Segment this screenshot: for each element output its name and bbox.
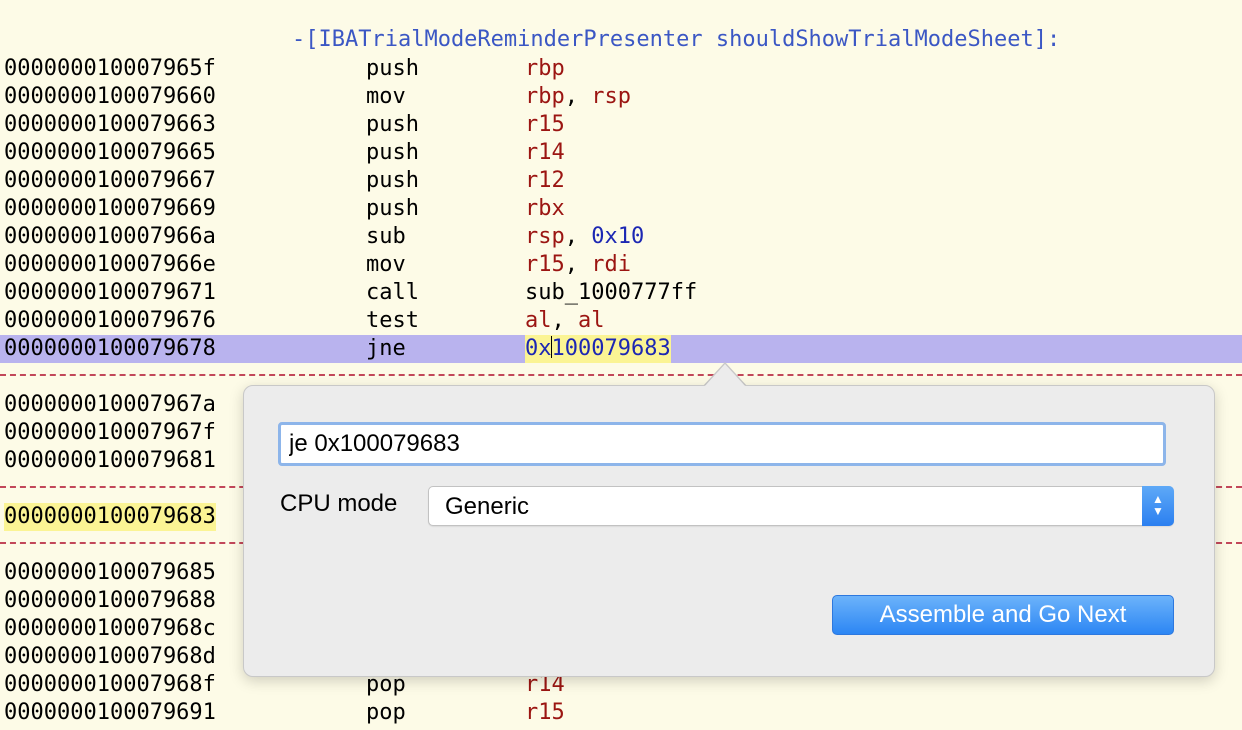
disassembly-row[interactable]: 000000010007966a sub rsp, 0x10: [0, 223, 1242, 251]
instruction-address[interactable]: 0000000100079691: [4, 699, 216, 727]
instruction-operands[interactable]: r15: [525, 699, 565, 727]
operand-separator: ,: [551, 308, 578, 333]
instruction-address[interactable]: 0000000100079669: [4, 195, 216, 223]
instruction-address[interactable]: 0000000100079665: [4, 139, 216, 167]
instruction-mnemonic: call: [366, 280, 419, 305]
procedure-title: -[IBATrialModeReminderPresenter shouldSh…: [292, 27, 1061, 52]
operand-register: r15: [525, 112, 565, 137]
operand-register: rbp: [525, 84, 565, 109]
instruction-address[interactable]: 000000010007967a: [4, 391, 216, 419]
instruction-mnemonic: push: [366, 168, 419, 193]
operand-register: rsp: [591, 84, 631, 109]
disassembly-row[interactable]: 000000010007966e mov r15, rdi: [0, 251, 1242, 279]
disassembly-row[interactable]: 0000000100079676 test al, al: [0, 307, 1242, 335]
assemble-instruction-popover: CPU mode Generic ▲▼ Assemble and Go Next: [243, 385, 1215, 677]
disassembly-row[interactable]: 0000000100079691 pop r15: [0, 699, 1242, 727]
popover-arrow-fill: [704, 364, 746, 387]
instruction-address[interactable]: 000000010007968c: [4, 615, 216, 643]
instruction-address[interactable]: 000000010007965f: [4, 55, 216, 83]
operand-register: rbx: [525, 196, 565, 221]
instruction-mnemonic: pop: [366, 700, 406, 725]
disassembly-row[interactable]: 0000000100079665 push r14: [0, 139, 1242, 167]
instruction-address[interactable]: 0000000100079685: [4, 559, 216, 587]
instruction-address[interactable]: 000000010007968f: [4, 671, 216, 699]
disassembly-row-selected[interactable]: 0000000100079678 jne 0x100079683: [0, 335, 1242, 363]
disassembly-row[interactable]: 000000010007965f push rbp: [0, 55, 1242, 83]
instruction-operands[interactable]: rsp, 0x10: [525, 223, 644, 251]
instruction-operands[interactable]: al, al: [525, 307, 605, 335]
operand-register: al: [525, 308, 552, 333]
instruction-mnemonic: push: [366, 112, 419, 137]
instruction-address[interactable]: 000000010007968d: [4, 643, 216, 671]
instruction-operands[interactable]: rbx: [525, 195, 565, 223]
instruction-mnemonic: mov: [366, 252, 406, 277]
instruction-mnemonic: push: [366, 196, 419, 221]
instruction-operands[interactable]: sub_1000777ff: [525, 279, 697, 307]
operand-register: rdi: [591, 252, 631, 277]
cpu-mode-select[interactable]: Generic ▲ ▼: [428, 486, 1174, 526]
instruction-operands[interactable]: r15: [525, 111, 565, 139]
instruction-address[interactable]: 0000000100079678: [4, 335, 216, 363]
instruction-address[interactable]: 0000000100079660: [4, 83, 216, 111]
assemble-and-go-next-button[interactable]: Assemble and Go Next: [832, 595, 1174, 635]
instruction-operands[interactable]: r15, rdi: [525, 251, 631, 279]
instruction-address[interactable]: 0000000100079681: [4, 447, 216, 475]
instruction-address[interactable]: 0000000100079683: [4, 503, 216, 531]
operand-symbol: sub_1000777ff: [525, 280, 698, 305]
operand-immediate: 0x10: [591, 224, 645, 249]
instruction-address[interactable]: 0000000100079671: [4, 279, 216, 307]
instruction-operands[interactable]: r14: [525, 139, 565, 167]
instruction-input[interactable]: [278, 422, 1166, 466]
instruction-address[interactable]: 000000010007967f: [4, 419, 216, 447]
instruction-operands[interactable]: 0x100079683: [525, 335, 671, 363]
operand-register: r12: [525, 168, 565, 193]
operand-register: r15: [525, 252, 565, 277]
instruction-operands[interactable]: rbp, rsp: [525, 83, 631, 111]
instruction-address[interactable]: 0000000100079676: [4, 307, 216, 335]
disassembly-row[interactable]: 0000000100079660 mov rbp, rsp: [0, 83, 1242, 111]
disassembly-row[interactable]: 0000000100079671 call sub_1000777ff: [0, 279, 1242, 307]
operand-register: rsp: [525, 224, 565, 249]
instruction-mnemonic: push: [366, 56, 419, 81]
disassembly-row[interactable]: 0000000100079667 push r12: [0, 167, 1242, 195]
instruction-mnemonic: sub: [366, 224, 406, 249]
operand-immediate: 0x: [525, 336, 552, 361]
operand-register: al: [578, 308, 605, 333]
operand-separator: ,: [564, 84, 592, 109]
instruction-address[interactable]: 0000000100079667: [4, 167, 216, 195]
procedure-separator: [0, 374, 1242, 376]
disassembly-row[interactable]: 0000000100079669 push rbx: [0, 195, 1242, 223]
operand-register: r14: [525, 140, 565, 165]
operand-separator: ,: [564, 252, 592, 277]
up-down-chevron-icon[interactable]: ▲ ▼: [1142, 486, 1174, 526]
operand-separator: ,: [564, 224, 592, 249]
instruction-address[interactable]: 000000010007966e: [4, 251, 216, 279]
operand-register: r15: [525, 700, 565, 725]
cpu-mode-value: Generic: [445, 493, 530, 520]
instruction-address[interactable]: 0000000100079688: [4, 587, 216, 615]
instruction-operands[interactable]: rbp: [525, 55, 565, 83]
instruction-mnemonic: test: [366, 308, 419, 333]
instruction-address[interactable]: 000000010007966a: [4, 223, 216, 251]
instruction-mnemonic: jne: [366, 336, 406, 361]
instruction-mnemonic: push: [366, 140, 419, 165]
operand-immediate: 100079683: [551, 336, 671, 361]
disassembly-row[interactable]: 0000000100079663 push r15: [0, 111, 1242, 139]
cpu-mode-label: CPU mode: [280, 490, 398, 517]
instruction-address[interactable]: 0000000100079663: [4, 111, 216, 139]
instruction-mnemonic: mov: [366, 84, 406, 109]
operand-register: rbp: [525, 56, 565, 81]
instruction-operands[interactable]: r12: [525, 167, 565, 195]
